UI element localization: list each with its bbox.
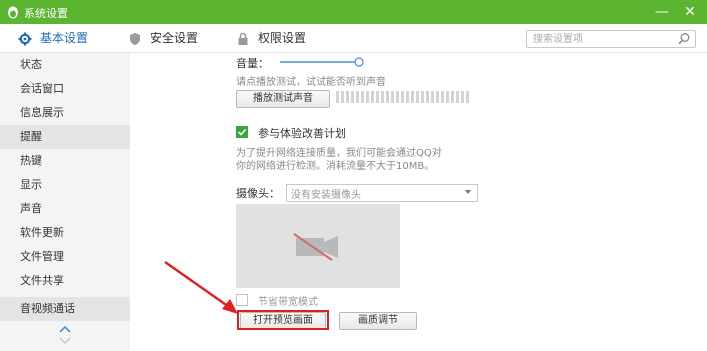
sidebar-item-file-sharing[interactable]: 文件共享 [0, 269, 130, 293]
bandwidth-saving-label: 节省带宽模式 [258, 297, 318, 308]
camera-selected-value: 没有安装摄像头 [291, 190, 361, 201]
shield-icon [130, 32, 140, 45]
sidebar-item-sound[interactable]: 声音 [0, 197, 130, 221]
camera-off-icon [293, 233, 338, 261]
tab-label: 安全设置 [150, 31, 199, 45]
play-test-sound-button[interactable]: 播放测试声音 [236, 90, 330, 108]
sidebar-item-hotkeys[interactable]: 热键 [0, 149, 130, 173]
tab-permission-settings[interactable]: 权限设置 [236, 24, 306, 52]
tab-label: 权限设置 [258, 31, 307, 45]
title-bar: 系统设置 — ✕ [0, 0, 707, 24]
search-icon[interactable] [677, 32, 691, 46]
gear-icon [18, 32, 32, 45]
settings-content: 音量： 请点播放测试，试试能否听到声音 播放测试声音 参与体验改善计划 为了提升… [130, 53, 707, 351]
image-quality-button[interactable]: 画质调节 [339, 312, 417, 330]
qq-penguin-icon [8, 6, 18, 19]
volume-slider[interactable] [280, 56, 366, 68]
sidebar-item-software-update[interactable]: 软件更新 [0, 221, 130, 245]
chevron-up-icon[interactable] [55, 323, 75, 335]
dropdown-arrow-icon [465, 190, 471, 194]
minimize-button[interactable]: — [652, 2, 672, 22]
tab-label: 基本设置 [40, 31, 89, 45]
sidebar-item-reminder[interactable]: 提醒 [0, 125, 130, 149]
highlight-box [237, 310, 329, 330]
chevron-down-icon[interactable] [55, 335, 75, 347]
close-button[interactable]: ✕ [680, 2, 700, 22]
sidebar: 状态 会话窗口 信息展示 提醒 热键 显示 声音 软件更新 文件管理 文件共享 … [0, 53, 130, 351]
play-test-hint: 请点播放测试，试试能否听到声音 [236, 77, 386, 88]
camera-preview-area [236, 204, 400, 288]
experience-program-checkbox[interactable] [236, 126, 248, 138]
tab-security-settings[interactable]: 安全设置 [128, 24, 198, 52]
window-title: 系统设置 [24, 7, 68, 20]
sidebar-item-display[interactable]: 显示 [0, 173, 130, 197]
sidebar-item-av-call[interactable]: 音视频通话 [0, 297, 130, 321]
search-box[interactable] [526, 30, 696, 48]
sidebar-item-info-display[interactable]: 信息展示 [0, 101, 130, 125]
search-input[interactable] [533, 31, 673, 47]
tab-bar: 基本设置 安全设置 权限设置 [0, 24, 707, 53]
lock-icon [238, 32, 248, 45]
experience-program-label: 参与体验改善计划 [258, 127, 346, 140]
tab-basic-settings[interactable]: 基本设置 [18, 24, 88, 52]
bandwidth-saving-checkbox[interactable] [236, 294, 248, 306]
sidebar-item-chat-window[interactable]: 会话窗口 [0, 77, 130, 101]
volume-label: 音量： [236, 57, 269, 70]
camera-select[interactable]: 没有安装摄像头 [286, 184, 478, 202]
camera-label: 摄像头： [236, 187, 280, 200]
sidebar-item-status[interactable]: 状态 [0, 53, 130, 77]
experience-program-desc-line2: 你的网络进行检测。消耗流量不大于10MB。 [236, 161, 435, 172]
sidebar-item-file-management[interactable]: 文件管理 [0, 245, 130, 269]
sound-level-meter [336, 91, 469, 103]
